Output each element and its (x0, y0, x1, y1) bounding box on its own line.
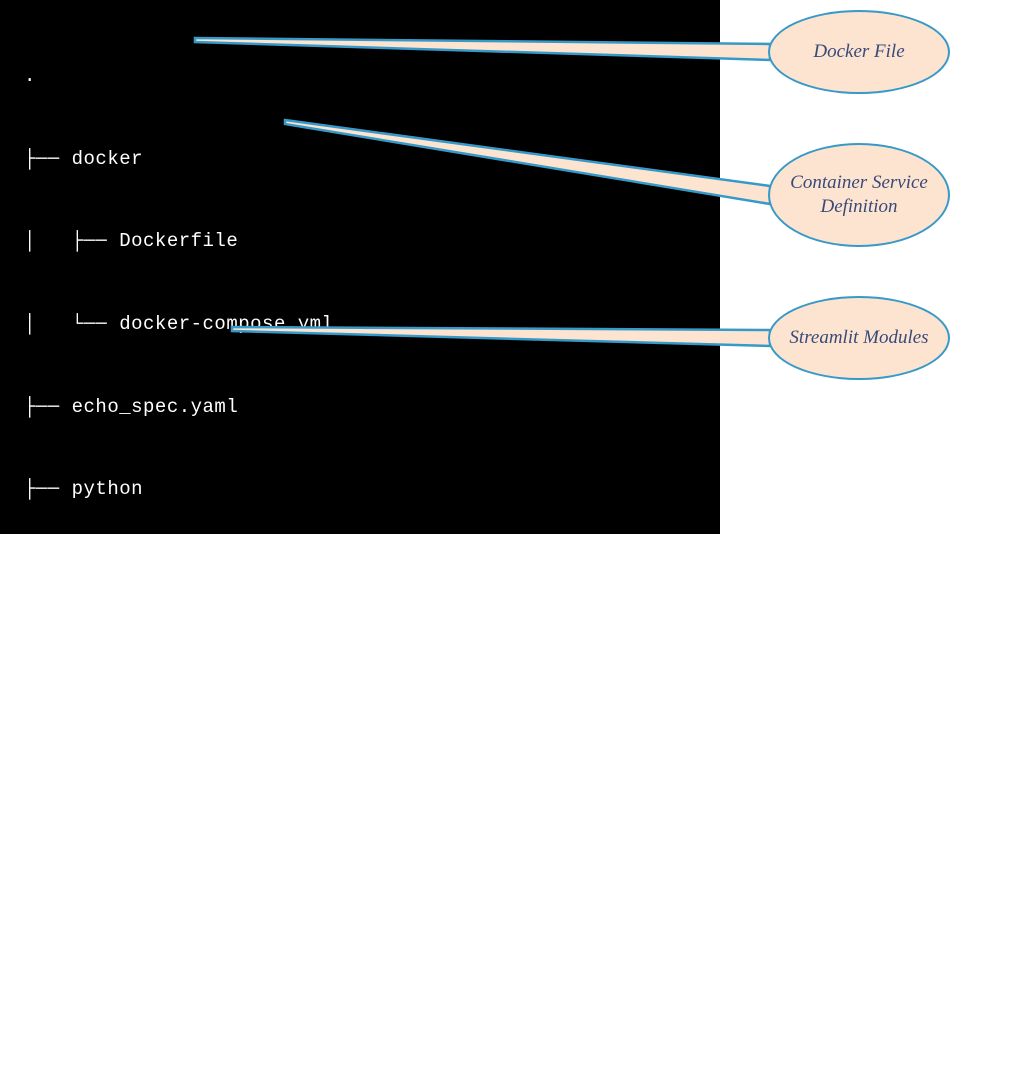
callout-docker-file: Docker File (768, 10, 950, 94)
tree-line: │ ├── 3_create_spcs_app.sql (24, 890, 720, 918)
tree-line: └── streamlit (24, 1055, 720, 1068)
tree-line: │ ├── Dockerfile (24, 228, 720, 256)
tree-line: │ ├── 2_data_gen_for_inference.sql (24, 807, 720, 835)
callout-label: Docker File (813, 40, 904, 64)
callout-container-service: Container Service Definition (768, 143, 950, 247)
tree-line: ├── echo_spec.yaml (24, 394, 720, 422)
callout-label: Streamlit Modules (789, 326, 928, 350)
tree-line: ├── docker (24, 146, 720, 174)
callout-label: Container Service Definition (770, 171, 948, 219)
tree-line: │ └── optional_manual_inferencing.sql (24, 972, 720, 1000)
callout-streamlit-modules: Streamlit Modules (768, 296, 950, 380)
terminal-output: . ├── docker │ ├── Dockerfile │ └── dock… (0, 0, 720, 534)
tree-line: │ └── docker-compose.yml (24, 311, 720, 339)
tree-line: │ ├── 1_data_gen_n_model_training.sql (24, 724, 720, 752)
tree-line: │ └── 3_execute_inference.py (24, 559, 720, 587)
tree-line: ├── sql (24, 642, 720, 670)
tree-root: . (24, 63, 720, 91)
tree-line: ├── python (24, 476, 720, 504)
